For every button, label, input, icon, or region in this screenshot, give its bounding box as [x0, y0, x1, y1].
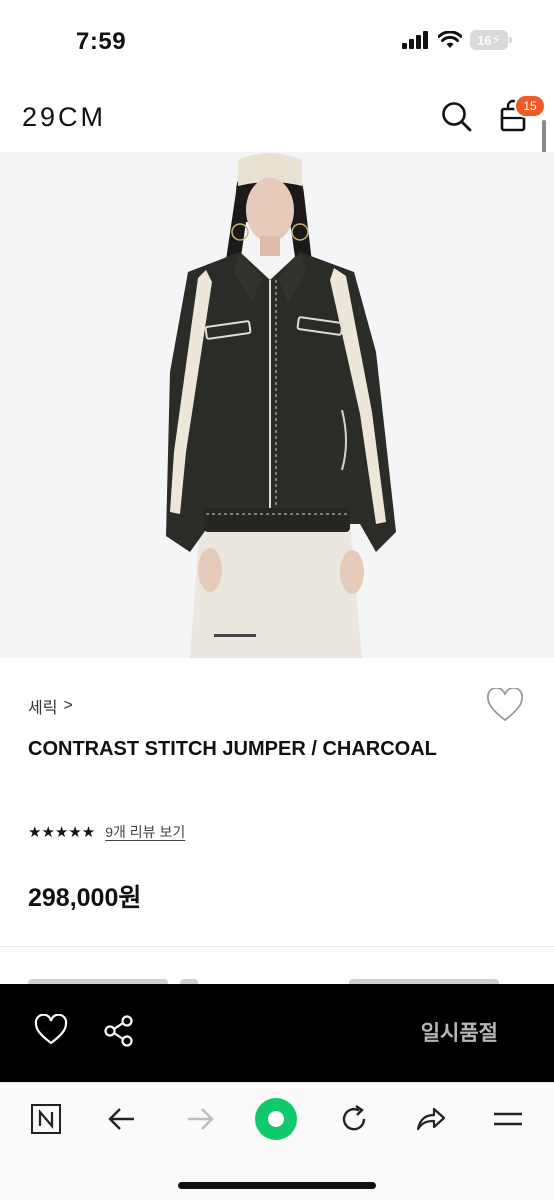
status-icons: 16 ⚡ — [402, 30, 512, 50]
back-button[interactable] — [104, 1101, 140, 1137]
search-icon — [442, 102, 472, 132]
cart-count-badge: 15 — [514, 94, 546, 118]
wishlist-button[interactable] — [34, 1013, 68, 1048]
refresh-button[interactable] — [336, 1101, 372, 1137]
battery-icon: 16 ⚡ — [470, 30, 512, 50]
brand-name: 세릭 — [28, 700, 58, 717]
product-title: CONTRAST STITCH JUMPER / CHARCOAL — [28, 738, 437, 760]
status-bar: 7:59 16 ⚡ — [0, 0, 554, 86]
chevron-right-icon: > — [63, 697, 73, 714]
sold-out-button[interactable]: 일시품절 — [421, 1017, 498, 1047]
share-page-button[interactable] — [412, 1101, 448, 1137]
share-button[interactable] — [102, 1014, 136, 1048]
share-icon — [104, 1015, 133, 1047]
app-header: 29CM — [0, 86, 554, 152]
purchase-action-bar: 일시품절 — [0, 984, 554, 1082]
divider — [0, 946, 554, 947]
back-arrow-icon — [108, 1108, 134, 1130]
wifi-icon — [438, 31, 462, 48]
product-image[interactable] — [0, 152, 554, 658]
review-link[interactable]: 9개 리뷰 보기 — [105, 822, 185, 842]
like-button[interactable] — [486, 687, 524, 724]
brand-link[interactable]: 세릭 > — [28, 694, 73, 718]
forward-button[interactable] — [182, 1101, 218, 1137]
green-home-button[interactable] — [254, 1097, 298, 1141]
logo[interactable]: 29CM — [22, 102, 106, 133]
green-circle-icon — [255, 1098, 297, 1140]
battery-level: 16 — [477, 32, 492, 48]
heart-icon — [487, 687, 523, 722]
star-rating: ★★★★★ — [28, 824, 96, 841]
product-photo-jacket — [0, 152, 554, 658]
forward-arrow-icon — [188, 1108, 214, 1130]
signal-icon — [402, 31, 428, 49]
share-arrow-icon — [416, 1107, 446, 1131]
product-price: 298,000원 — [28, 884, 142, 912]
search-button[interactable] — [440, 100, 474, 134]
rating-row: ★★★★★ 9개 리뷰 보기 — [28, 822, 185, 842]
menu-button[interactable] — [490, 1101, 526, 1137]
heart-icon — [34, 1013, 68, 1045]
status-time: 7:59 — [76, 28, 127, 55]
carousel-indicator — [214, 634, 256, 637]
refresh-icon — [342, 1105, 366, 1131]
menu-icon — [494, 1112, 522, 1126]
naver-button[interactable] — [28, 1101, 64, 1137]
home-indicator[interactable] — [178, 1182, 376, 1189]
naver-icon — [31, 1104, 61, 1134]
